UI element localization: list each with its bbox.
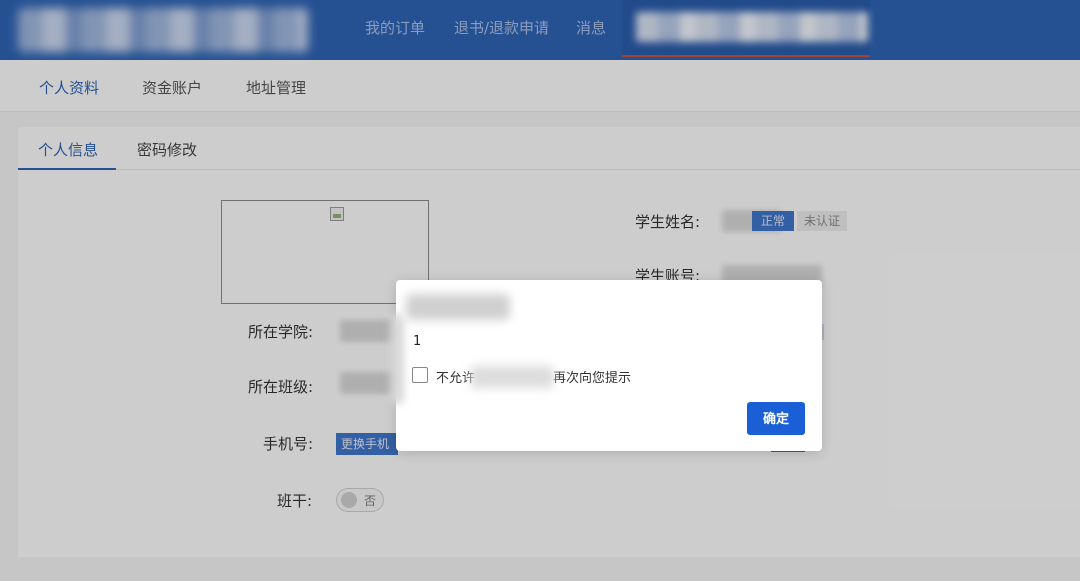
confirm-button[interactable]: 确定	[747, 402, 805, 435]
dialog-title	[406, 294, 510, 320]
checkbox-label-suffix: 再次向您提示	[553, 371, 632, 386]
dont-show-again-checkbox[interactable]	[412, 367, 428, 383]
dialog-message: 1	[413, 334, 422, 349]
alert-dialog: 1 不允许 再次向您提示 确定	[390, 280, 822, 451]
dialog-text-redaction	[470, 366, 554, 388]
dialog-edge-redaction	[390, 314, 404, 404]
